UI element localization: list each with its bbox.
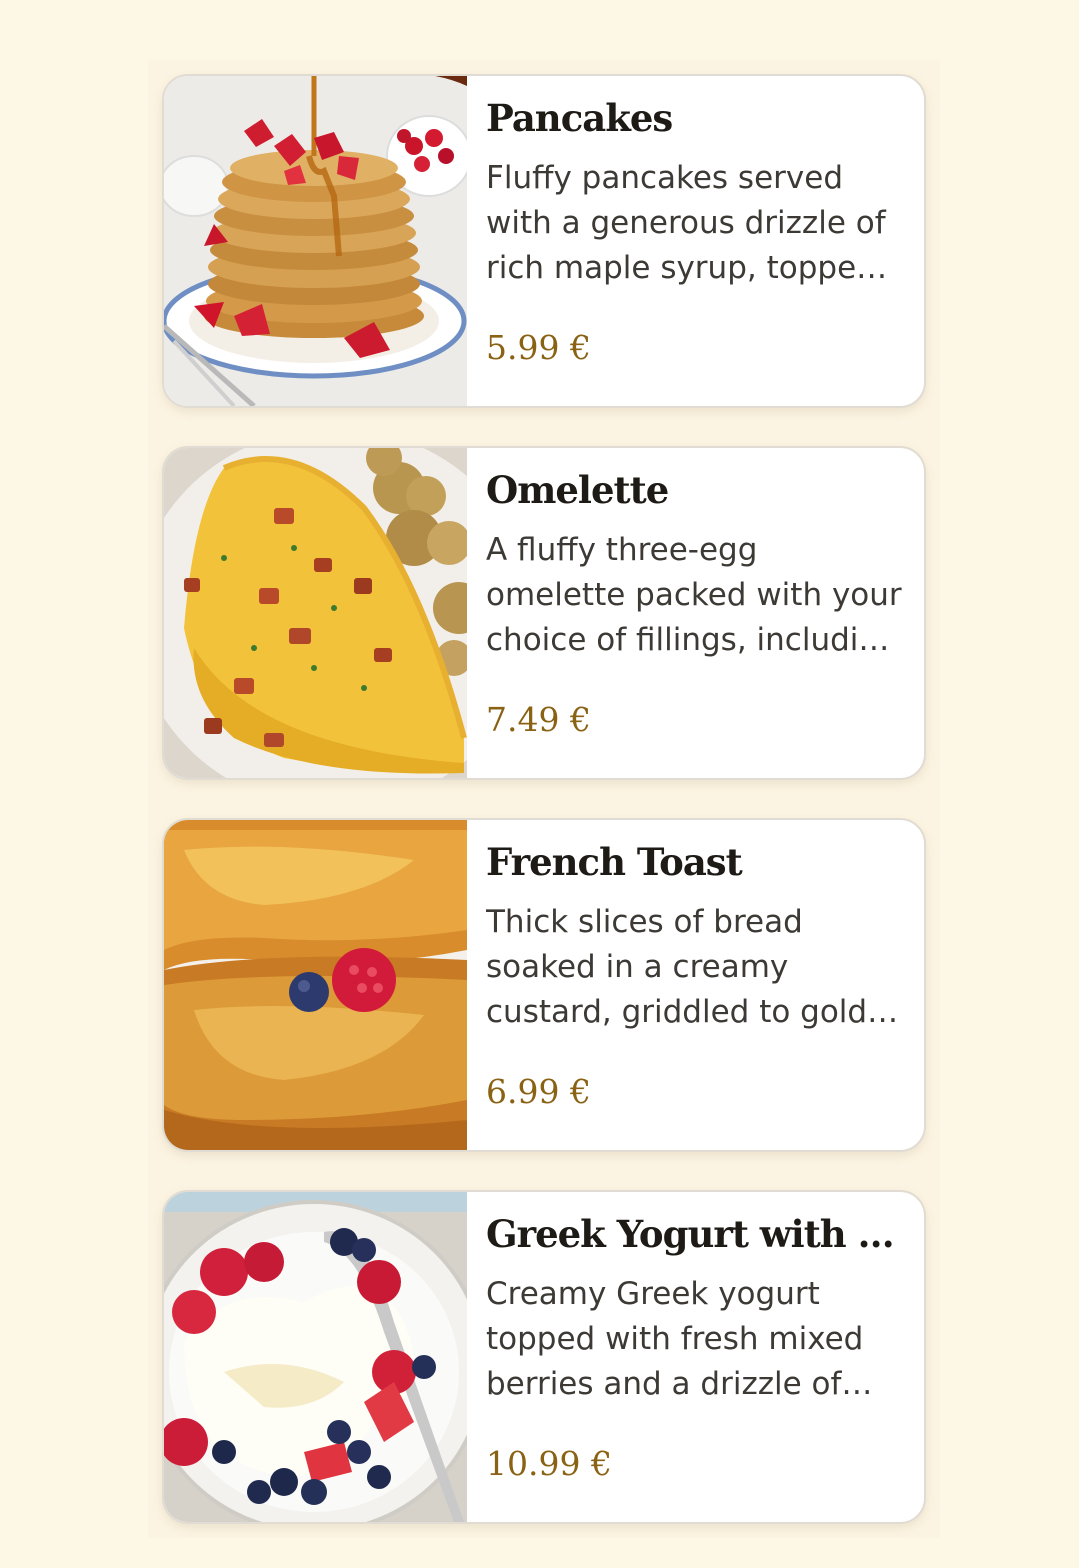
menu-item-title: Greek Yogurt with Honey: [486, 1212, 896, 1256]
menu-item-card-omelette[interactable]: Omelette A fluffy three-egg omelette pac…: [162, 446, 926, 780]
menu-item-info: French Toast Thick slices of bread soake…: [486, 820, 906, 1150]
menu-item-title: Omelette: [486, 468, 669, 512]
greek-yogurt-photo: [164, 1192, 467, 1522]
menu-item-description: Thick slices of bread soaked in a creamy…: [486, 904, 906, 1030]
menu-item-description: A fluffy three-egg omelette packed with …: [486, 532, 902, 658]
menu-item-price: 6.99 €: [486, 1072, 591, 1111]
menu-item-description: Fluffy pancakes served with a generous d…: [486, 160, 886, 286]
omelette-photo: [164, 448, 467, 778]
menu-item-price: 5.99 €: [486, 328, 591, 367]
menu-item-card-french-toast[interactable]: French Toast Thick slices of bread soake…: [162, 818, 926, 1152]
menu-item-info: Pancakes Fluffy pancakes served with a g…: [486, 76, 906, 406]
menu-item-title: French Toast: [486, 840, 743, 884]
menu-item-info: Omelette A fluffy three-egg omelette pac…: [486, 448, 906, 778]
menu-item-price: 10.99 €: [486, 1444, 612, 1483]
menu-item-info: Greek Yogurt with Honey Creamy Greek yog…: [486, 1192, 906, 1522]
menu-item-title: Pancakes: [486, 96, 673, 140]
menu-item-price: 7.49 €: [486, 700, 591, 739]
menu-item-card-greek-yogurt[interactable]: Greek Yogurt with Honey Creamy Greek yog…: [162, 1190, 926, 1524]
menu-item-card-pancakes[interactable]: Pancakes Fluffy pancakes served with a g…: [162, 74, 926, 408]
menu-item-description: Creamy Greek yogurt topped with fresh mi…: [486, 1276, 864, 1402]
french-toast-photo: [164, 820, 467, 1150]
menu-list: Pancakes Fluffy pancakes served with a g…: [148, 60, 940, 1538]
pancakes-photo: [164, 76, 467, 406]
